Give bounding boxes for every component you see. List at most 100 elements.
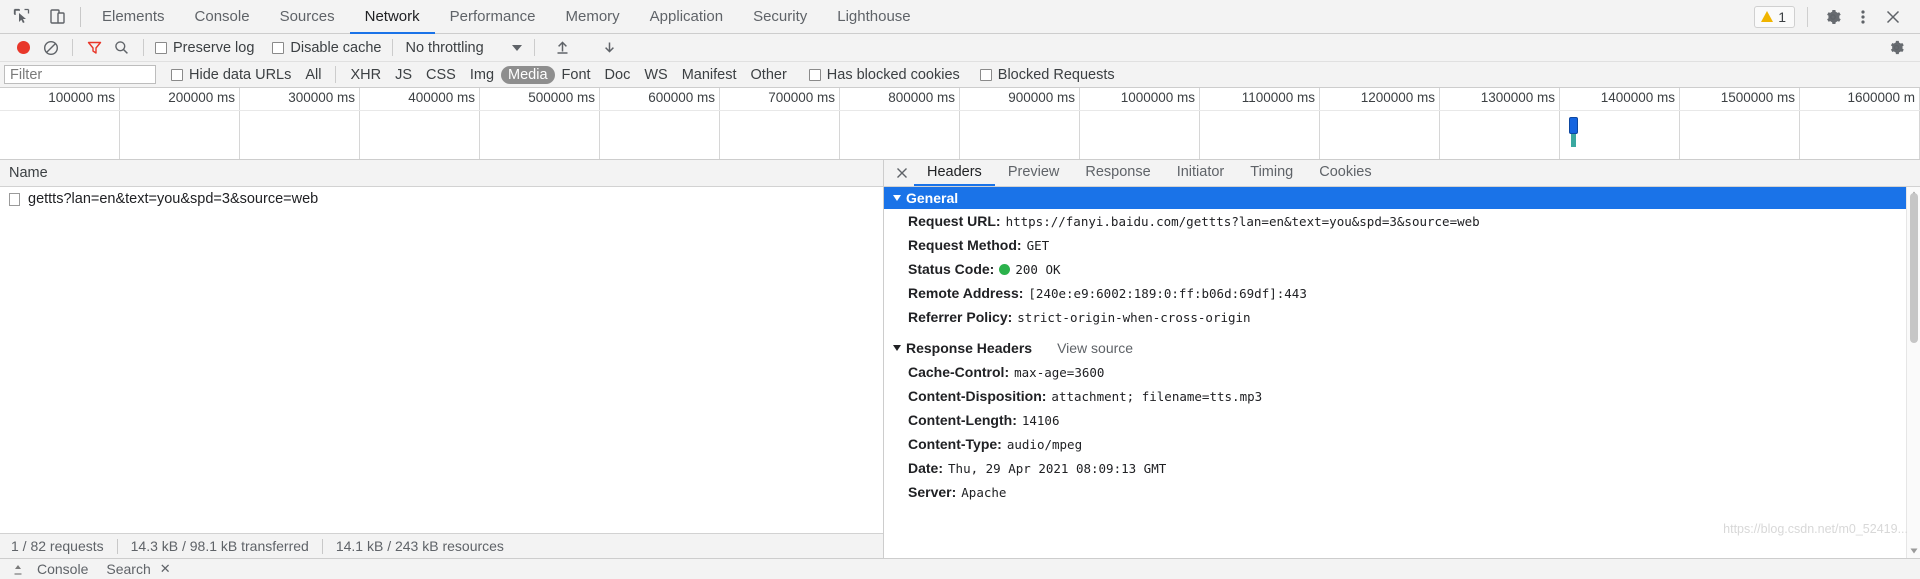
tab-memory[interactable]: Memory [551,1,635,34]
warning-triangle-icon [1761,11,1774,22]
has-blocked-cookies-checkbox[interactable]: Has blocked cookies [806,67,963,83]
tab-application[interactable]: Application [635,1,738,34]
preserve-log-checkbox[interactable]: Preserve log [152,40,257,56]
drawer-tab-console[interactable]: Console [28,561,97,577]
filter-type-css[interactable]: CSS [419,66,463,84]
filter-type-media[interactable]: Media [501,65,555,84]
response-header-key-content-disposition: Content-Disposition: [908,387,1047,404]
hide-data-urls-box-icon [171,68,183,81]
search-icon[interactable] [108,35,135,61]
filter-type-manifest[interactable]: Manifest [675,66,744,84]
filter-button[interactable] [81,35,108,61]
tab-lighthouse[interactable]: Lighthouse [822,1,925,34]
response-header-key-server: Server: [908,483,957,500]
tab-security[interactable]: Security [738,1,822,34]
tab-performance-label: Performance [449,8,536,25]
general-row-referrer-policy: Referrer Policy: strict-origin-when-cros… [884,305,1920,329]
tab-cookies[interactable]: Cookies [1306,160,1384,186]
throttling-dropdown[interactable]: No throttling [401,40,525,56]
record-button[interactable] [10,35,37,61]
general-key-status-code: Status Code: [908,260,995,277]
close-details-icon[interactable] [890,160,914,186]
table-row[interactable]: gettts?lan=en&text=you&spd=3&source=web [0,187,883,212]
drawer-expand-icon[interactable] [8,563,28,575]
drawer-tab-search[interactable]: Search [97,561,159,577]
hide-data-urls-label: Hide data URLs [189,66,292,83]
scroll-down-arrow-icon[interactable] [1907,544,1920,558]
section-response-headers-header[interactable]: Response Headers View source [884,336,1920,360]
view-source-link[interactable]: View source [1057,340,1133,356]
filter-type-all[interactable]: All [298,66,328,84]
tab-console[interactable]: Console [180,1,265,34]
filter-type-img[interactable]: Img [463,66,501,84]
overview-request-band [0,110,1920,159]
overview-tick-label: 1600000 m [1847,90,1915,105]
response-header-row-date: Date: Thu, 29 Apr 2021 08:09:13 GMT [884,456,1920,480]
tab-headers[interactable]: Headers [914,160,995,186]
filter-type-xhr[interactable]: XHR [343,66,388,84]
response-header-key-date: Date: [908,459,944,476]
section-response-headers-title: Response Headers [906,340,1033,356]
details-scrollbar[interactable] [1906,187,1920,558]
gear-icon[interactable] [1820,4,1846,30]
tab-sources[interactable]: Sources [265,1,350,34]
filter-type-ws[interactable]: WS [637,66,674,84]
tab-preview[interactable]: Preview [995,160,1073,186]
general-value-remote-address: [240e:e9:6002:189:0:ff:b06d:69df]:443 [1028,285,1307,301]
tab-network[interactable]: Network [349,1,435,34]
blocked-requests-checkbox[interactable]: Blocked Requests [977,67,1118,83]
warning-count-badge[interactable]: 1 [1754,5,1795,28]
filter-type-css-label: CSS [426,66,456,83]
network-status-bar: 1 / 82 requests 14.3 kB / 98.1 kB transf… [0,533,883,558]
has-blocked-cookies-label: Has blocked cookies [826,66,960,83]
general-row-status-code: Status Code: 200 OK [884,257,1920,281]
tab-elements[interactable]: Elements [87,1,180,34]
toolbar-divider-1 [72,39,73,56]
filter-type-doc[interactable]: Doc [598,66,638,84]
request-list-body: gettts?lan=en&text=you&spd=3&source=web [0,187,883,533]
network-settings-icon[interactable] [1883,35,1910,61]
tab-response[interactable]: Response [1072,160,1163,186]
disable-cache-checkbox[interactable]: Disable cache [269,40,384,56]
request-list-header[interactable]: Name [0,160,883,187]
tab-timing[interactable]: Timing [1237,160,1306,186]
export-har-button[interactable] [596,35,623,61]
overview-tick-label: 1500000 ms [1720,90,1795,105]
blocked-requests-label: Blocked Requests [997,66,1115,83]
details-scrollbar-thumb[interactable] [1910,193,1918,343]
filter-type-js-label: JS [395,66,413,83]
tab-initiator[interactable]: Initiator [1164,160,1238,186]
section-general-header[interactable]: General [884,187,1920,209]
warning-count-label: 1 [1778,8,1786,25]
response-header-row-content-type: Content-Type: audio/mpeg [884,432,1920,456]
column-header-name: Name [9,165,48,181]
filter-type-js[interactable]: JS [388,66,419,84]
filter-type-other[interactable]: Other [744,66,794,84]
clear-button[interactable] [37,35,64,61]
overview-tick-label: 400000 ms [408,90,475,105]
hide-data-urls-checkbox[interactable]: Hide data URLs [168,67,294,83]
general-row-request-method: Request Method: GET [884,233,1920,257]
tab-preview-label: Preview [1007,164,1060,180]
general-value-request-url[interactable]: https://fanyi.baidu.com/gettts?lan=en&te… [1006,213,1480,230]
tab-performance[interactable]: Performance [435,1,551,34]
inspect-element-icon[interactable] [10,6,32,28]
drawer-close-icon[interactable]: ✕ [160,561,171,577]
filter-type-ws-label: WS [644,66,668,83]
chevron-down-icon [511,44,522,51]
filter-input[interactable] [4,65,156,84]
overview-request-marker[interactable] [1569,117,1578,134]
filter-type-font[interactable]: Font [555,66,598,84]
drawer-tab-search-label: Search [106,561,151,577]
response-header-row-server: Server: Apache [884,480,1920,504]
import-har-button[interactable] [549,35,576,61]
close-icon[interactable] [1880,4,1906,30]
overview-tick-label: 200000 ms [168,90,235,105]
tab-memory-label: Memory [565,8,620,25]
device-toolbar-icon[interactable] [46,6,68,28]
request-details-tabbar: Headers Preview Response Initiator Timin… [884,160,1920,187]
kebab-menu-icon[interactable] [1850,4,1876,30]
response-header-value-content-disposition: attachment; filename=tts.mp3 [1051,388,1263,404]
network-overview-timeline[interactable]: 100000 ms 200000 ms 300000 ms 400000 ms … [0,88,1920,160]
media-file-icon [9,192,20,206]
